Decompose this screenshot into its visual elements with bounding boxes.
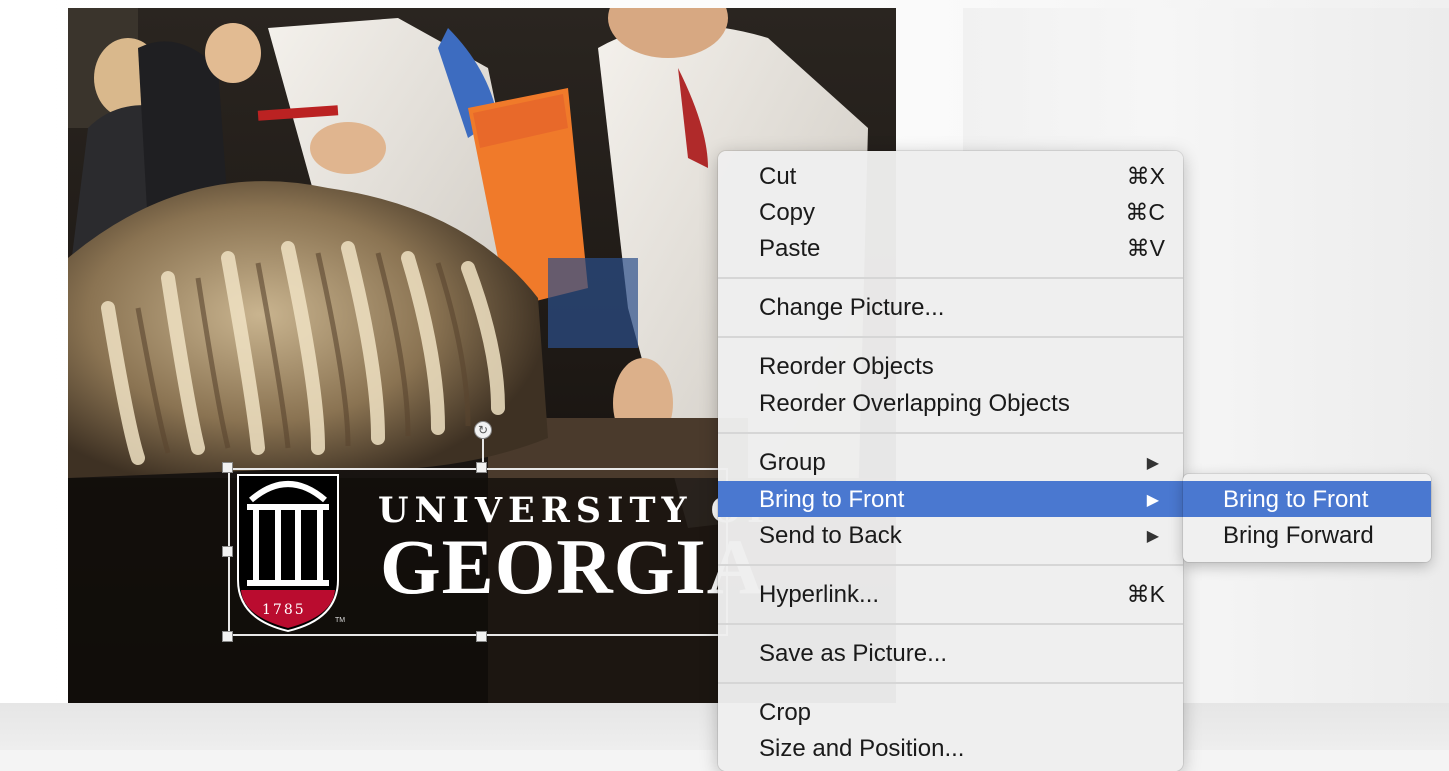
menu-separator bbox=[718, 277, 1183, 279]
menu-item-change-picture[interactable]: Change Picture... bbox=[718, 289, 1183, 325]
menu-item-save-as-picture[interactable]: Save as Picture... bbox=[718, 635, 1183, 671]
menu-item-label: Copy bbox=[759, 199, 816, 226]
shortcut-label: ⌘C bbox=[1125, 199, 1165, 225]
menu-item-reorder-overlapping[interactable]: Reorder Overlapping Objects bbox=[718, 385, 1183, 421]
menu-item-label: Group bbox=[759, 449, 826, 476]
menu-item-paste[interactable]: Paste ⌘V bbox=[718, 230, 1183, 266]
menu-separator bbox=[718, 564, 1183, 566]
menu-item-send-to-back[interactable]: Send to Back ▶ bbox=[718, 517, 1183, 553]
selection-box bbox=[228, 468, 728, 636]
menu-item-label: Size and Position... bbox=[759, 735, 965, 762]
menu-item-label: Crop bbox=[759, 699, 812, 726]
rotate-handle-icon[interactable]: ↻ bbox=[474, 421, 492, 439]
menu-item-size-and-position[interactable]: Size and Position... bbox=[718, 730, 1183, 766]
menu-item-label: Reorder Overlapping Objects bbox=[759, 390, 1070, 417]
submenu-item-bring-to-front[interactable]: Bring to Front bbox=[1183, 481, 1431, 517]
menu-item-label: Change Picture... bbox=[759, 294, 945, 321]
menu-separator bbox=[718, 623, 1183, 625]
menu-item-reorder-objects[interactable]: Reorder Objects bbox=[718, 348, 1183, 384]
submenu-arrow-icon: ▶ bbox=[1146, 528, 1159, 545]
submenu-item-bring-forward[interactable]: Bring Forward bbox=[1183, 517, 1431, 553]
menu-item-crop[interactable]: Crop bbox=[718, 694, 1183, 730]
resize-handle-top-center[interactable] bbox=[476, 462, 487, 473]
submenu-item-label: Bring to Front bbox=[1223, 486, 1369, 513]
submenu-arrow-icon: ▶ bbox=[1146, 455, 1159, 472]
resize-handle-middle-left[interactable] bbox=[222, 546, 233, 557]
submenu-item-label: Bring Forward bbox=[1223, 522, 1374, 549]
resize-handle-top-left[interactable] bbox=[222, 462, 233, 473]
menu-item-label: Save as Picture... bbox=[759, 640, 948, 667]
menu-item-copy[interactable]: Copy ⌘C bbox=[718, 194, 1183, 230]
menu-item-label: Send to Back bbox=[759, 522, 902, 549]
menu-item-label: Paste bbox=[759, 235, 821, 262]
resize-handle-bottom-center[interactable] bbox=[476, 631, 487, 642]
context-menu: Cut ⌘X Copy ⌘C Paste ⌘V Change Picture..… bbox=[718, 151, 1183, 771]
submenu-arrow-icon: ▶ bbox=[1146, 492, 1159, 509]
resize-handle-bottom-left[interactable] bbox=[222, 631, 233, 642]
shortcut-label: ⌘V bbox=[1126, 235, 1165, 261]
menu-separator bbox=[718, 432, 1183, 434]
menu-item-bring-to-front[interactable]: Bring to Front ▶ bbox=[718, 481, 1183, 517]
bring-to-front-submenu: Bring to Front Bring Forward bbox=[1183, 474, 1431, 562]
menu-separator bbox=[718, 682, 1183, 684]
menu-item-hyperlink[interactable]: Hyperlink... ⌘K bbox=[718, 576, 1183, 612]
menu-separator bbox=[718, 336, 1183, 338]
shortcut-label: ⌘X bbox=[1126, 163, 1165, 189]
menu-item-label: Hyperlink... bbox=[759, 581, 880, 608]
menu-item-label: Cut bbox=[759, 163, 797, 190]
menu-item-group[interactable]: Group ▶ bbox=[718, 444, 1183, 480]
menu-item-label: Reorder Objects bbox=[759, 353, 934, 380]
menu-item-label: Bring to Front bbox=[759, 486, 905, 513]
shortcut-label: ⌘K bbox=[1126, 581, 1165, 607]
menu-item-cut[interactable]: Cut ⌘X bbox=[718, 158, 1183, 194]
